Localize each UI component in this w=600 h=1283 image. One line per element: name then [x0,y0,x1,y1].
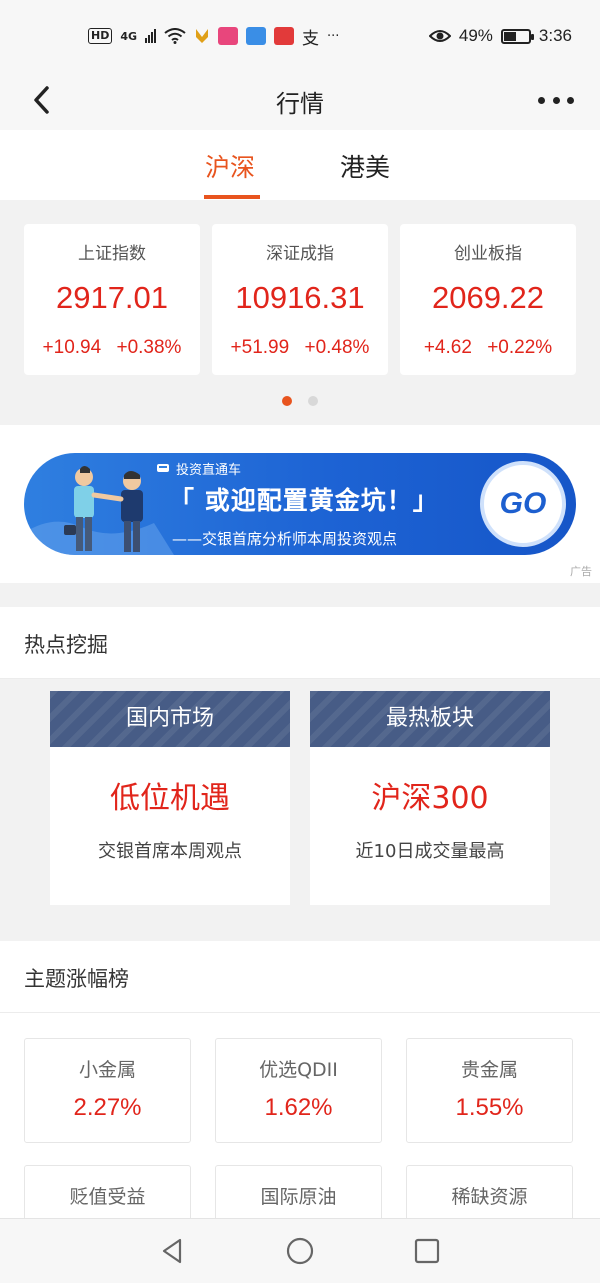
business-people-illustration [24,466,174,555]
nav-recents-button[interactable] [411,1235,443,1267]
app-bar: 行情 [0,70,600,130]
more-dot-icon [552,96,560,104]
theme-grid: 小金属 2.27% 优选QDII 1.62% 贵金属 1.55% 贬值受益 国际… [0,1013,600,1270]
hot-card-header-label: 最热板块 [385,706,474,731]
banner-section: 投资直通车 「 或迎配置黄金坑！」 ——交银首席分析师本周投资观点 GO 广告 [0,425,600,583]
nav-back-button[interactable] [156,1235,188,1267]
hot-card-header-label: 国内市场 [125,706,214,731]
status-left: HD 4G 支 ··· [88,22,339,50]
theme-section-header: 主题涨幅榜 [0,941,600,1013]
carousel-dot-active [282,396,292,406]
index-name: 上证指数 [78,244,146,264]
eye-icon [428,30,451,42]
hot-card-header: 国内市场 [50,691,290,747]
go-button[interactable]: GO [480,461,566,547]
index-name: 创业板指 [454,244,522,264]
index-change: +51.99 +0.48% [212,337,388,359]
tab-hushen[interactable]: 沪深 [205,148,255,184]
more-notifications-icon: ··· [327,28,340,44]
map-app-icon [246,27,267,45]
theme-value: 1.55% [455,1094,524,1121]
index-change-pct: +0.48% [304,337,370,358]
hot-section-header: 热点挖掘 [0,607,600,679]
index-card-shanghai[interactable]: 上证指数 2917.01 +10.94 +0.38% [24,224,200,375]
index-change: +10.94 +0.38% [24,337,200,359]
nav-home-button[interactable] [284,1235,316,1267]
page-title: 行情 [276,90,324,118]
video-app-icon [274,27,295,45]
index-card-chinext[interactable]: 创业板指 2069.22 +4.62 +0.22% [400,224,576,375]
battery-level [503,31,516,41]
index-value: 2069.22 [431,280,545,315]
status-bar: HD 4G 支 ··· 49% 3:36 [0,0,600,70]
section-title: 主题涨幅榜 [24,967,129,991]
banner-headline: 「 或迎配置黄金坑！」 [169,486,439,515]
index-card-shenzhen[interactable]: 深证成指 10916.31 +51.99 +0.48% [212,224,388,375]
hot-card-main: 沪深300 [371,781,489,816]
market-tabs: 沪深 港美 [0,130,600,200]
banner-subtitle: ——交银首席分析师本周投资观点 [172,530,398,548]
hot-card-domestic[interactable]: 国内市场 低位机遇 交银首席本周观点 [50,691,290,905]
theme-name: 优选QDII [259,1059,338,1081]
home-circle-icon [286,1237,314,1265]
back-triangle-icon [162,1238,182,1264]
hot-card-main: 低位机遇 [110,781,230,816]
theme-name: 国际原油 [260,1186,337,1208]
more-dot-icon [567,96,574,104]
alipay-icon: 支 [302,28,320,49]
index-change-points: +4.62 [423,337,472,358]
banner-ad[interactable]: 投资直通车 「 或迎配置黄金坑！」 ——交银首席分析师本周投资观点 GO [24,453,576,555]
shield-app-icon [196,29,209,43]
theme-name: 贵金属 [460,1059,518,1081]
active-tab-indicator [204,195,260,199]
ad-label: 广告 [570,565,592,578]
section-title: 热点挖掘 [24,633,108,657]
clock: 3:36 [538,26,572,45]
wifi-icon [164,28,186,44]
go-label: GO [499,487,547,520]
theme-card[interactable]: 贵金属 1.55% [406,1038,573,1143]
hot-card-sector[interactable]: 最热板块 沪深300 近10日成交量最高 [310,691,550,905]
signal-type: 4G [120,29,138,43]
index-change-points: +51.99 [230,337,290,358]
tab-gangmei[interactable]: 港美 [340,148,390,184]
system-nav-bar [0,1218,600,1283]
signal-strength-icon [145,29,157,43]
hot-cards: 国内市场 低位机遇 交银首席本周观点 最热板块 沪深300 近10日成交量最高 [0,679,600,941]
index-change-points: +10.94 [42,337,102,358]
battery-percent: 49% [458,26,493,45]
hot-card-header: 最热板块 [310,691,550,747]
more-dot-icon [538,96,545,104]
hot-card-sub: 交银首席本周观点 [98,841,242,862]
status-right: 49% 3:36 [428,22,572,50]
index-carousel: 上证指数 2917.01 +10.94 +0.38% 深证成指 10916.31… [0,200,600,422]
index-change-pct: +0.22% [487,337,553,358]
theme-name: 小金属 [78,1059,136,1081]
index-name: 深证成指 [266,244,334,264]
index-value: 2917.01 [55,280,169,315]
theme-name: 贬值受益 [69,1186,146,1208]
battery-icon [500,28,534,44]
theme-card[interactable]: 小金属 2.27% [24,1038,191,1143]
theme-name: 稀缺资源 [451,1186,528,1208]
theme-card[interactable]: 优选QDII 1.62% [215,1038,382,1143]
banner-tag: 投资直通车 [176,463,242,478]
index-change: +4.62 +0.22% [400,337,576,359]
hd-icon: HD [88,28,113,44]
index-value: 10916.31 [235,280,365,315]
train-ticket-icon [157,464,169,472]
hot-card-sub: 近10日成交量最高 [355,841,505,862]
index-change-pct: +0.38% [116,337,182,358]
news-app-icon [218,27,239,45]
recents-square-icon [414,1238,440,1264]
theme-value: 1.62% [264,1094,333,1121]
carousel-dots [282,396,318,406]
theme-value: 2.27% [73,1094,142,1121]
carousel-dot [308,396,318,406]
more-menu-button[interactable] [538,88,574,112]
